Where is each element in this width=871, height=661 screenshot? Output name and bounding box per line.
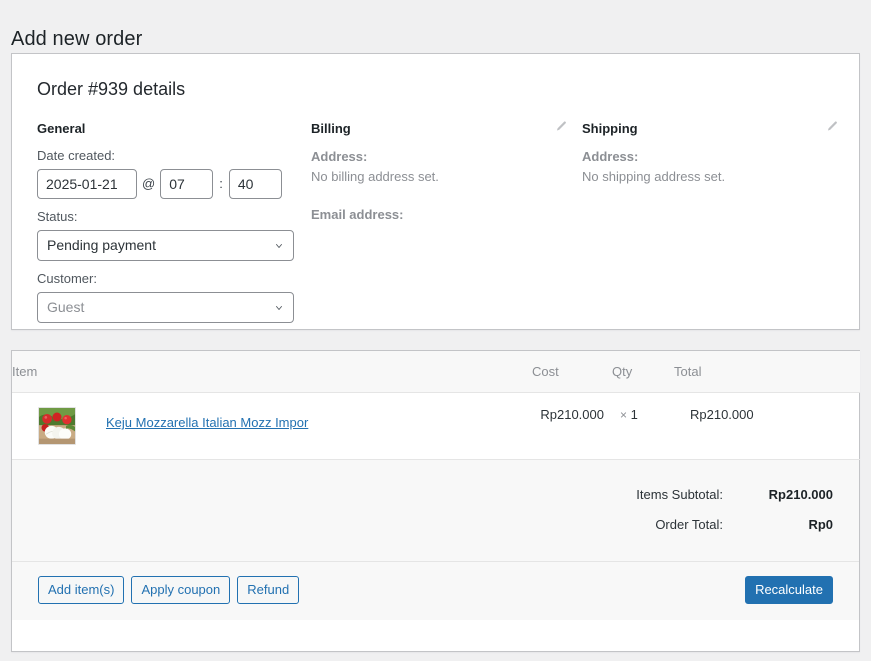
date-created-input[interactable] (37, 169, 137, 199)
order-detail-columns: General Date created: @ : Status: Pendin… (12, 120, 859, 310)
item-cost: Rp210.000 (532, 393, 612, 460)
product-thumbnail[interactable] (38, 407, 76, 445)
billing-heading: Billing (311, 120, 573, 138)
admin-page: Add new order Order #939 details General… (0, 0, 871, 661)
status-select[interactable]: Pending payment (37, 230, 294, 261)
column-header-spacer (770, 351, 860, 393)
at-separator: @ (142, 176, 155, 191)
order-total-row: Order Total: Rp0 (636, 510, 833, 539)
customer-select[interactable]: Guest (37, 292, 294, 323)
billing-address-value: No billing address set. (311, 167, 573, 187)
page-title: Add new order (11, 26, 142, 52)
item-total: Rp210.000 (674, 393, 770, 460)
billing-heading-label: Billing (311, 121, 351, 136)
qty-multiplier-symbol: × (620, 408, 627, 422)
order-total-value: Rp0 (741, 510, 833, 539)
order-items-body: Keju Mozzarella Italian Mozz Impor Rp210… (12, 393, 860, 460)
order-items-table: Item Cost Qty Total (12, 351, 860, 460)
date-created-row: @ : (37, 169, 299, 199)
shipping-address-value: No shipping address set. (582, 167, 844, 187)
item-cell: Keju Mozzarella Italian Mozz Impor (12, 393, 532, 460)
pencil-icon[interactable] (825, 120, 839, 134)
hour-input[interactable] (160, 169, 213, 199)
refund-button[interactable]: Refund (237, 576, 299, 604)
order-details-heading: Order #939 details (37, 78, 859, 101)
billing-column: Billing Address: No billing address set.… (311, 120, 573, 225)
shipping-column: Shipping Address: No shipping address se… (582, 120, 844, 186)
order-totals-area: Items Subtotal: Rp210.000 Order Total: R… (12, 460, 859, 562)
minute-input[interactable] (229, 169, 282, 199)
qty-value: 1 (631, 407, 638, 422)
shipping-address-label: Address: (582, 147, 844, 167)
recalculate-button[interactable]: Recalculate (745, 576, 833, 604)
item-actions-cell (770, 393, 860, 460)
add-items-button[interactable]: Add item(s) (38, 576, 124, 604)
pencil-icon[interactable] (554, 120, 568, 134)
customer-label: Customer: (37, 270, 299, 288)
items-subtotal-row: Items Subtotal: Rp210.000 (636, 480, 833, 509)
order-data-panel: Order #939 details General Date created:… (11, 53, 860, 330)
column-header-total: Total (674, 351, 770, 393)
table-header-row: Item Cost Qty Total (12, 351, 860, 393)
product-name-link[interactable]: Keju Mozzarella Italian Mozz Impor (106, 414, 308, 432)
order-items-footer: Add item(s) Apply coupon Refund Recalcul… (12, 562, 859, 620)
general-column: General Date created: @ : Status: Pendin… (37, 120, 299, 323)
items-subtotal-label: Items Subtotal: (636, 480, 741, 509)
time-separator: : (219, 176, 223, 191)
column-header-cost: Cost (532, 351, 612, 393)
date-created-label: Date created: (37, 147, 299, 165)
status-label: Status: (37, 208, 299, 226)
table-row: Keju Mozzarella Italian Mozz Impor Rp210… (12, 393, 860, 460)
order-items-panel: Item Cost Qty Total (11, 350, 860, 652)
column-header-qty: Qty (612, 351, 674, 393)
shipping-heading-label: Shipping (582, 121, 638, 136)
footer-button-group: Add item(s) Apply coupon Refund (38, 576, 299, 604)
order-items-head: Item Cost Qty Total (12, 351, 860, 393)
column-header-item: Item (12, 351, 532, 393)
general-heading: General (37, 120, 299, 138)
customer-select-wrap: Guest (37, 292, 294, 323)
order-total-label: Order Total: (636, 510, 741, 539)
order-totals-table: Items Subtotal: Rp210.000 Order Total: R… (636, 480, 833, 539)
items-subtotal-value: Rp210.000 (741, 480, 833, 509)
status-select-wrap: Pending payment (37, 230, 294, 261)
billing-email-label: Email address: (311, 205, 573, 225)
item-qty: × 1 (612, 393, 674, 460)
apply-coupon-button[interactable]: Apply coupon (131, 576, 230, 604)
billing-address-label: Address: (311, 147, 573, 167)
shipping-heading: Shipping (582, 120, 844, 138)
